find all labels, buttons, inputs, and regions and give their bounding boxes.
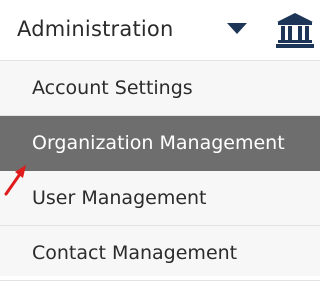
- bank-icon: [276, 13, 314, 48]
- admin-header[interactable]: Administration: [0, 0, 320, 60]
- menu-item-label: Account Settings: [32, 77, 193, 99]
- menu-item-user-management[interactable]: User Management: [0, 171, 320, 226]
- menu-item-label: User Management: [32, 187, 207, 209]
- red-arrow-icon: [4, 165, 26, 196]
- admin-dropdown-menu: Account Settings Organization Management…: [0, 60, 320, 281]
- menu-item-contact-management[interactable]: Contact Management: [0, 226, 320, 281]
- menu-item-label: Contact Management: [32, 242, 238, 264]
- menu-item-account-settings[interactable]: Account Settings: [0, 61, 320, 116]
- caret-down-icon[interactable]: [227, 23, 247, 34]
- menu-item-organization-management[interactable]: Organization Management: [0, 116, 320, 171]
- header-title: Administration: [17, 17, 174, 41]
- menu-item-label: Organization Management: [32, 132, 285, 154]
